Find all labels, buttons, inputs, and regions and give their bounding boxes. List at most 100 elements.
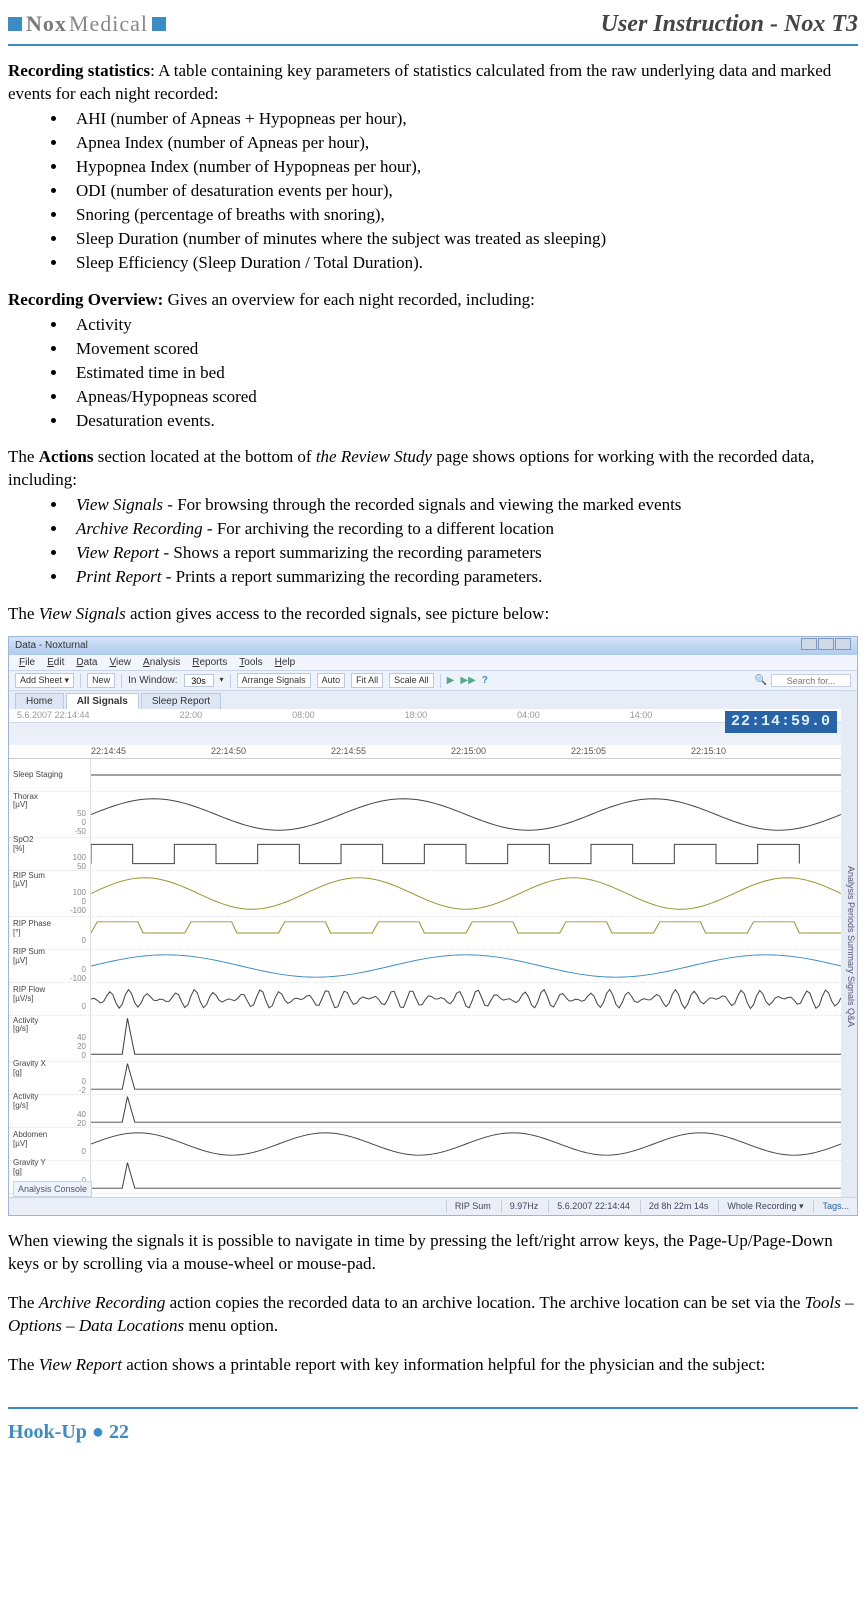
footer-section: Hook-Up [8, 1421, 87, 1443]
tab-all-signals[interactable]: All Signals [66, 693, 139, 710]
channel-row[interactable]: Thorax[µV]500-50 [9, 792, 841, 838]
maximize-icon[interactable] [818, 638, 834, 650]
channel-waveform[interactable] [91, 759, 841, 791]
channel-waveform[interactable] [91, 871, 841, 916]
time-ruler: 22:14:4522:14:5022:14:5522:15:0022:15:05… [9, 745, 841, 759]
dropdown-icon[interactable]: ▾ [220, 675, 224, 686]
tab-home[interactable]: Home [15, 693, 64, 710]
menu-edit[interactable]: Edit [47, 656, 64, 669]
signal-pane[interactable]: 22:14:4522:14:5022:14:5522:15:0022:15:05… [9, 745, 841, 1197]
brand-logo: Nox Medical [8, 9, 166, 39]
overview-start: 5.6.2007 22:14:44 [17, 709, 90, 721]
separator-icon [121, 674, 122, 688]
logo-square-right-icon [152, 17, 166, 31]
logo-square-left-icon [8, 17, 22, 31]
close-icon[interactable] [835, 638, 851, 650]
menu-analysis[interactable]: Analysis [143, 656, 180, 669]
status-duration: 2d 8h 22m 14s [640, 1200, 709, 1212]
footer-page: 22 [109, 1421, 129, 1443]
footer-rule [8, 1407, 858, 1409]
arrange-signals-button[interactable]: Arrange Signals [237, 673, 311, 688]
a-mid: section located at the bottom of [93, 447, 315, 466]
inwindow-input[interactable] [184, 674, 214, 687]
channel-row[interactable]: Gravity Y[g]0-2 [9, 1161, 841, 1194]
channel-label: Sleep Staging [9, 759, 91, 791]
tab-bar[interactable]: Home All Signals Sleep Report [9, 691, 857, 709]
channel-waveform[interactable] [91, 917, 841, 949]
window-titlebar[interactable]: Data - Noxturnal [9, 637, 857, 655]
separator-icon [80, 674, 81, 688]
tab-sleep-report[interactable]: Sleep Report [141, 693, 221, 710]
menu-help[interactable]: Help [275, 656, 296, 669]
help-icon[interactable]: ? [482, 674, 488, 688]
fit-all-button[interactable]: Fit All [351, 673, 383, 688]
status-signal: RIP Sum [446, 1200, 491, 1212]
menu-data[interactable]: Data [76, 656, 97, 669]
channel-waveform[interactable] [91, 1128, 841, 1160]
list-item: Estimated time in bed [68, 362, 858, 385]
ruler-tick: 22:15:00 [451, 745, 571, 758]
channel-waveform[interactable] [91, 838, 841, 870]
channel-waveform[interactable] [91, 792, 841, 837]
a-bold: Actions [39, 447, 94, 466]
channel-waveform[interactable] [91, 1095, 841, 1127]
status-range[interactable]: Whole Recording ▾ [718, 1200, 803, 1212]
menu-tools[interactable]: Tools [239, 656, 262, 669]
a-ital: the Review Study [316, 447, 432, 466]
channel-waveform[interactable] [91, 1161, 841, 1193]
channel-waveform[interactable] [91, 983, 841, 1015]
channel-row[interactable]: Abdomen[µV]0 [9, 1128, 841, 1161]
channel-row[interactable]: RIP Sum[µV]1000-100 [9, 871, 841, 917]
para-archive: The Archive Recording action copies the … [8, 1292, 858, 1338]
vs-ital: View Signals [39, 604, 126, 623]
channel-waveform[interactable] [91, 1016, 841, 1061]
search-input[interactable] [771, 674, 851, 687]
play-icon[interactable]: ▶ [447, 674, 455, 688]
search-icon[interactable]: 🔍 [755, 674, 767, 688]
overview-t4: 04:00 [517, 709, 540, 721]
analysis-console-button[interactable]: Analysis Console [13, 1181, 92, 1197]
channel-row[interactable]: Activity[g/s]40200 [9, 1016, 841, 1062]
actions-list: View Signals - For browsing through the … [68, 494, 858, 589]
channel-waveform[interactable] [91, 1062, 841, 1094]
menu-view[interactable]: View [110, 656, 132, 669]
channel-row[interactable]: RIP Phase[°]0 [9, 917, 841, 950]
list-item: Sleep Duration (number of minutes where … [68, 228, 858, 251]
app-screenshot: Data - Noxturnal File Edit Data View Analysi… [8, 636, 858, 1216]
auto-button[interactable]: Auto [317, 673, 346, 688]
channel-row[interactable]: Gravity X[g]0-2 [9, 1062, 841, 1095]
channel-waveform[interactable] [91, 950, 841, 982]
rs-list: AHI (number of Apneas + Hypopneas per ho… [68, 108, 858, 275]
overview-t2: 08:00 [292, 709, 315, 721]
channel-label: Activity[g/s]40200 [9, 1016, 91, 1061]
channel-row[interactable]: RIP Flow[µV/s]0 [9, 983, 841, 1016]
new-button[interactable]: New [87, 673, 115, 688]
fast-forward-icon[interactable]: ▶▶ [460, 674, 475, 688]
channel-label: RIP Phase[°]0 [9, 917, 91, 949]
toolbar[interactable]: Add Sheet ▾ New In Window: ▾ Arrange Sig… [9, 671, 857, 691]
list-item: Archive Recording - For archiving the re… [68, 518, 858, 541]
status-tags[interactable]: Tags... [813, 1200, 849, 1212]
list-item: Snoring (percentage of breaths with snor… [68, 204, 858, 227]
right-side-tabs[interactable]: Analysis Periods Summary Signals Q&A [841, 691, 857, 1197]
scale-all-button[interactable]: Scale All [389, 673, 434, 688]
rs-lead: Recording statistics [8, 61, 150, 80]
menu-bar[interactable]: File Edit Data View Analysis Reports Tools Help [9, 655, 857, 671]
menu-file[interactable]: File [19, 656, 35, 669]
status-bar: RIP Sum 9.97Hz 5.6.2007 22:14:44 2d 8h 2… [9, 1197, 857, 1215]
search-box[interactable]: 🔍 [755, 674, 851, 688]
channel-label: RIP Sum[µV]1000-100 [9, 871, 91, 916]
vs-post: action gives access to the recorded sign… [126, 604, 549, 623]
overview-t3: 18:00 [405, 709, 428, 721]
menu-reports[interactable]: Reports [192, 656, 227, 669]
channel-row[interactable]: Sleep Staging [9, 759, 841, 792]
channel-row[interactable]: SpO2[%]10050 [9, 838, 841, 871]
channel-label: SpO2[%]10050 [9, 838, 91, 870]
window-buttons[interactable] [800, 638, 851, 655]
channel-row[interactable]: RIP Sum[µV]0-100 [9, 950, 841, 983]
footer-bullet-icon: ● [92, 1421, 109, 1443]
channel-row[interactable]: Activity[g/s]4020 [9, 1095, 841, 1128]
minimize-icon[interactable] [801, 638, 817, 650]
ruler-tick: 22:14:45 [91, 745, 211, 758]
add-sheet-button[interactable]: Add Sheet ▾ [15, 673, 74, 688]
